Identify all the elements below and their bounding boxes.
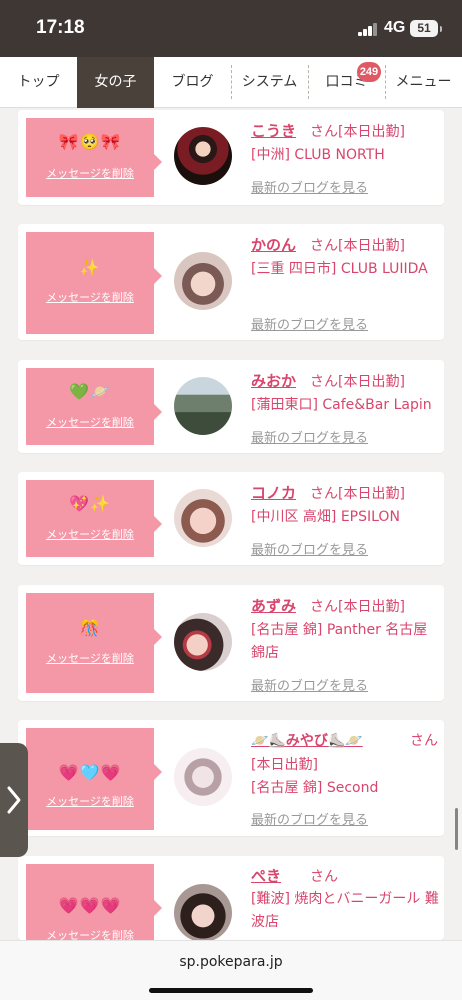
- shop-name: [中川区 高畑] EPSILON: [251, 509, 400, 525]
- battery-icon: 51: [410, 20, 442, 37]
- girl-status: さん: [310, 869, 338, 885]
- url-text[interactable]: sp.pokepara.jp: [0, 954, 462, 970]
- girl-name-link[interactable]: あずみ: [251, 595, 296, 616]
- reviews-count-badge: 249: [357, 62, 381, 82]
- girl-name-link[interactable]: 🪐⛸️みやび⛸️🪐: [251, 730, 363, 750]
- scroll-indicator[interactable]: [455, 808, 458, 850]
- message-emoji: 🎊: [79, 619, 101, 638]
- message-emoji: 💚🪐: [69, 382, 111, 401]
- signal-icon: [358, 22, 378, 36]
- girl-name-link[interactable]: みおか: [251, 370, 296, 391]
- chevron-right-icon: [7, 786, 21, 814]
- latest-blog-link[interactable]: 最新のブログを見る: [251, 314, 368, 333]
- girl-card: 💖✨ メッセージを削除 コノカ さん[本日出勤] [中川区 高畑] EPSILO…: [18, 472, 444, 565]
- nav-tab-menu[interactable]: メニュー: [385, 57, 462, 108]
- girl-status: さん[本日出勤]: [310, 599, 405, 615]
- message-emoji: 💖✨: [69, 494, 111, 513]
- message-box: 💗💗💗 メッセージを削除: [26, 864, 162, 940]
- message-emoji: ✨: [79, 258, 101, 277]
- avatar[interactable]: [174, 127, 232, 185]
- girl-status: さん[本日出勤]: [310, 486, 405, 502]
- browser-url-bar[interactable]: sp.pokepara.jp: [0, 940, 462, 1000]
- girl-status: さん[本日出勤]: [310, 238, 405, 254]
- girl-card: 💚🪐 メッセージを削除 みおか さん[本日出勤] [蒲田東口] Cafe&Bar…: [18, 360, 444, 453]
- delete-message-link[interactable]: メッセージを削除: [26, 927, 154, 940]
- shop-name: [名古屋 錦] Second: [251, 780, 379, 796]
- delete-message-link[interactable]: メッセージを削除: [26, 650, 154, 666]
- girl-name-link[interactable]: かのん: [251, 234, 296, 255]
- delete-message-link[interactable]: メッセージを削除: [26, 414, 154, 430]
- avatar[interactable]: [174, 252, 232, 310]
- latest-blog-link[interactable]: 最新のブログを見る: [251, 675, 368, 694]
- latest-blog-link[interactable]: 最新のブログを見る: [251, 427, 368, 446]
- girl-attendance: [本日出勤]: [251, 757, 318, 773]
- message-emoji: 🎀🥺🎀: [58, 132, 122, 151]
- girl-card: 🎀🥺🎀 メッセージを削除 こうき さん[本日出勤] [中洲] CLUB NORT…: [18, 110, 444, 205]
- delete-message-link[interactable]: メッセージを削除: [26, 793, 154, 809]
- nav-tab-top[interactable]: トップ: [0, 57, 77, 108]
- girl-name-link[interactable]: こうき: [251, 120, 296, 141]
- message-emoji: 💗🩵💗: [58, 763, 122, 782]
- message-box: 💖✨ メッセージを削除: [26, 480, 162, 557]
- message-emoji: 💗💗💗: [58, 896, 122, 915]
- shop-name: [名古屋 錦] Panther 名古屋錦店: [251, 622, 428, 661]
- avatar[interactable]: [174, 613, 232, 671]
- message-box: 💗🩵💗 メッセージを削除: [26, 728, 162, 830]
- girl-status: さん[本日出勤]: [310, 374, 405, 390]
- message-box: 💚🪐 メッセージを削除: [26, 368, 162, 445]
- network-label: 4G: [384, 19, 406, 36]
- avatar[interactable]: [174, 884, 232, 940]
- status-bar: 17:18 4G 51: [0, 0, 462, 57]
- home-indicator[interactable]: [149, 988, 313, 993]
- girl-name-link[interactable]: コノカ: [251, 482, 296, 503]
- delete-message-link[interactable]: メッセージを削除: [26, 526, 154, 542]
- nav-tab-girls[interactable]: 女の子: [77, 57, 154, 108]
- girl-card: 💗💗💗 メッセージを削除 ぺき さん [難波] 焼肉とバニーガール 難波店: [18, 856, 444, 940]
- side-drawer-tab[interactable]: [0, 743, 28, 857]
- message-box: 🎊 メッセージを削除: [26, 593, 162, 693]
- girl-status: さん: [410, 733, 438, 749]
- status-time: 17:18: [36, 17, 85, 38]
- delete-message-link[interactable]: メッセージを削除: [26, 289, 154, 305]
- avatar[interactable]: [174, 377, 232, 435]
- delete-message-link[interactable]: メッセージを削除: [26, 165, 154, 181]
- shop-name: [中洲] CLUB NORTH: [251, 147, 385, 163]
- latest-blog-link[interactable]: 最新のブログを見る: [251, 177, 368, 196]
- girl-status: さん[本日出勤]: [310, 124, 405, 140]
- nav-tab-system[interactable]: システム: [231, 57, 308, 108]
- avatar[interactable]: [174, 748, 232, 806]
- shop-name: [蒲田東口] Cafe&Bar Lapin: [251, 397, 432, 413]
- girl-card: 💗🩵💗 メッセージを削除 🪐⛸️みやび⛸️🪐 さん [本日出勤] [名古屋 錦]…: [18, 720, 444, 836]
- girl-name-link[interactable]: ぺき: [251, 865, 281, 886]
- latest-blog-link[interactable]: 最新のブログを見る: [251, 809, 368, 828]
- girl-card: ✨ メッセージを削除 かのん さん[本日出勤] [三重 四日市] CLUB LU…: [18, 224, 444, 340]
- message-box: 🎀🥺🎀 メッセージを削除: [26, 118, 162, 197]
- avatar[interactable]: [174, 489, 232, 547]
- shop-name: [三重 四日市] CLUB LUIIDA: [251, 261, 428, 277]
- message-box: ✨ メッセージを削除: [26, 232, 162, 334]
- latest-blog-link[interactable]: 最新のブログを見る: [251, 539, 368, 558]
- girl-card: 🎊 メッセージを削除 あずみ さん[本日出勤] [名古屋 錦] Panther …: [18, 585, 444, 701]
- shop-name: [難波] 焼肉とバニーガール 難波店: [251, 891, 439, 930]
- nav-tab-blog[interactable]: ブログ: [154, 57, 231, 108]
- main-nav: トップ 女の子 ブログ システム 口コミ メニュー: [0, 57, 462, 108]
